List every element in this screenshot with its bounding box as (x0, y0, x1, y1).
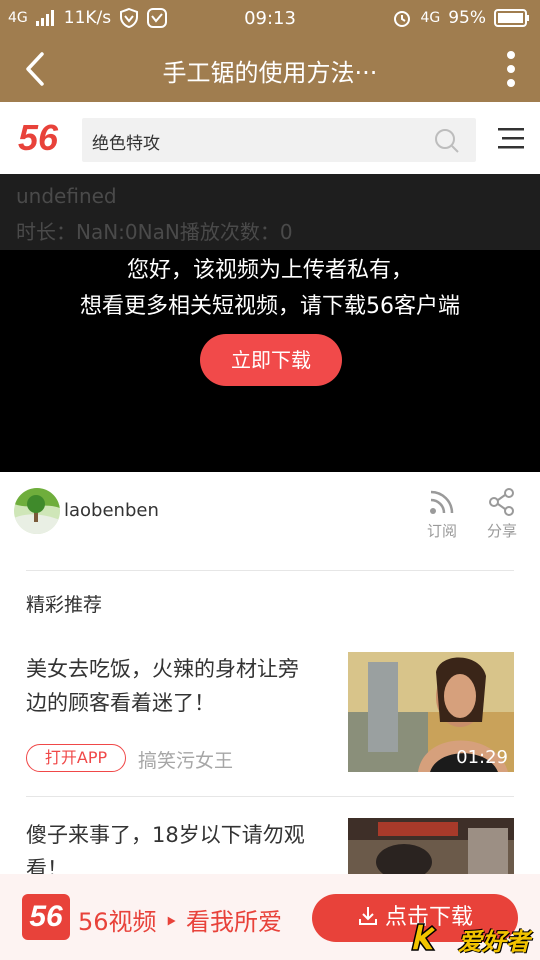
banner-logo-text: 56 (29, 900, 63, 933)
download-now-button[interactable]: 立即下载 (200, 334, 342, 386)
divider (26, 796, 514, 797)
recommendation-author[interactable]: 搞笑污女王 (138, 746, 233, 773)
search-input[interactable]: 绝色特攻 (82, 118, 476, 162)
battery-percent: 95% (448, 8, 486, 28)
video-thumbnail[interactable] (348, 818, 514, 874)
battery-icon (494, 9, 529, 27)
recommendation-title-line1: 傻子来事了，18岁以下请勿观 (26, 823, 305, 847)
avatar-image (14, 488, 60, 534)
open-app-tag[interactable]: 打开APP (26, 744, 126, 772)
banner-logo: 56 (22, 894, 70, 940)
subscribe-label: 订阅 (426, 522, 457, 540)
network-indicator-right: 4G (420, 10, 441, 26)
download-icon (358, 907, 377, 925)
uploader-name[interactable]: laobenben (64, 500, 159, 521)
divider (26, 570, 514, 571)
site-logo[interactable]: 56 (18, 118, 66, 158)
subscribe-icon (430, 490, 454, 514)
player-info-overlay: undefined 时长：NaN:0NaN播放次数：0 (0, 174, 540, 250)
back-arrow-icon[interactable] (18, 50, 54, 88)
status-bar: 4G 11K/s 09:13 4G 95% (0, 0, 540, 36)
share-icon (489, 488, 514, 516)
subscribe-button[interactable]: 订阅 (412, 488, 472, 541)
app-bar: 手工锯的使用方法··· (0, 36, 540, 102)
recommendation-title-line1: 美女去吃饭，火辣的身材让旁 (26, 657, 299, 681)
uploader-row: laobenben 订阅 分享 (0, 472, 540, 570)
video-title-overlay: undefined (16, 184, 117, 208)
video-thumbnail[interactable]: 01:29 (348, 652, 514, 772)
search-value: 绝色特攻 (92, 134, 160, 154)
watermark-text: 爱好者 (458, 928, 530, 956)
watermark-logo: 爱好者 (408, 918, 534, 956)
private-message-line2: 想看更多相关短视频，请下载56客户端 (80, 294, 460, 319)
menu-icon[interactable] (498, 126, 524, 150)
recommendation-title-line2: 边的顾客看着迷了！ (26, 691, 215, 715)
banner-slogan: 56视频 ‣ 看我所爱 (78, 908, 282, 936)
thumbnail-image (348, 818, 514, 874)
avatar[interactable] (14, 488, 60, 534)
share-button[interactable]: 分享 (472, 488, 532, 541)
video-duration: 01:29 (456, 747, 508, 768)
recommendations-title: 精彩推荐 (26, 594, 103, 616)
site-header: 56 绝色特攻 (0, 102, 540, 174)
watermark-mascot-icon (411, 923, 438, 951)
site-logo-text: 56 (18, 117, 59, 158)
video-meta-overlay: 时长：NaN:0NaN播放次数：0 (16, 220, 293, 244)
share-label: 分享 (486, 522, 517, 540)
alarm-icon (394, 11, 411, 27)
video-player[interactable]: undefined 时长：NaN:0NaN播放次数：0 您好，该视频为上传者私有… (0, 174, 540, 472)
private-message-line1: 您好，该视频为上传者私有， (126, 258, 413, 283)
search-icon[interactable] (434, 128, 460, 154)
recommendation-title: 美女去吃饭，火辣的身材让旁 边的顾客看着迷了！ (26, 652, 326, 720)
page-title: 手工锯的使用方法··· (162, 59, 378, 87)
more-options-icon[interactable] (504, 50, 518, 88)
